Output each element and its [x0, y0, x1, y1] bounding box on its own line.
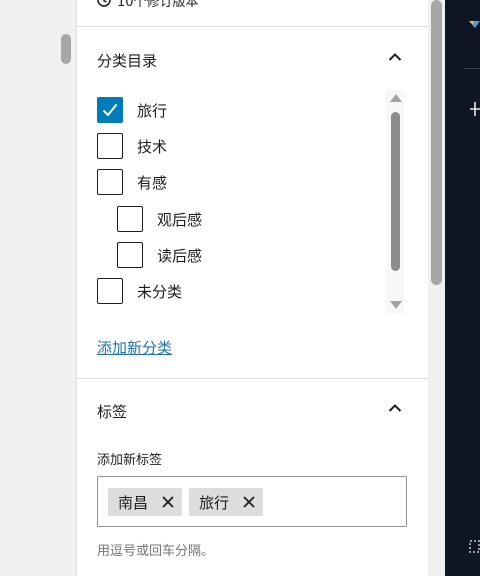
- tags-title: 标签: [97, 403, 128, 421]
- tag-chip-label: 南昌: [118, 493, 149, 512]
- category-list-scrollbar[interactable]: [386, 90, 404, 314]
- sidebar-scrollbar[interactable]: [428, 0, 445, 576]
- category-label: 观后感: [157, 210, 203, 229]
- tag-chip-nanchang: 南昌: [108, 488, 183, 516]
- category-checklist: 旅行 技术 有感 观后感 读后感 未分类: [96, 90, 408, 314]
- revisions-icon: [97, 0, 111, 7]
- category-item-travel[interactable]: 旅行: [97, 97, 167, 123]
- category-item-movie-review[interactable]: 观后感: [117, 206, 202, 232]
- add-new-category-link[interactable]: 添加新分类: [97, 337, 172, 358]
- gutter-scrollbar-thumb[interactable]: [61, 34, 71, 64]
- category-label: 未分类: [137, 282, 183, 301]
- category-checkbox[interactable]: [117, 206, 143, 232]
- category-item-uncategorized[interactable]: 未分类: [97, 278, 182, 304]
- selection-icon[interactable]: [469, 539, 480, 555]
- category-item-book-review[interactable]: 读后感: [117, 242, 202, 268]
- tag-chip-label: 旅行: [199, 493, 230, 512]
- category-item-thoughts[interactable]: 有感: [97, 169, 167, 195]
- category-label: 技术: [137, 137, 168, 156]
- sidebar-scrollbar-thumb[interactable]: [431, 0, 442, 285]
- settings-sidebar-panel: 10个修订版本 分类目录 旅行 技术 有感 观后感 读后感 未分类 添加新分类 …: [77, 0, 428, 576]
- chevron-up-icon[interactable]: [387, 400, 403, 416]
- category-checkbox[interactable]: [97, 97, 123, 123]
- category-checkbox[interactable]: [97, 169, 123, 195]
- checkmark-icon: [102, 103, 118, 117]
- category-checkbox[interactable]: [97, 278, 123, 304]
- revisions-row[interactable]: 10个修订版本: [77, 0, 428, 27]
- add-new-tag-label: 添加新标签: [97, 453, 163, 468]
- categories-title: 分类目录: [97, 52, 158, 70]
- category-list-scrollbar-thumb[interactable]: [391, 112, 400, 271]
- tag-input-field[interactable]: 南昌 旅行: [97, 476, 407, 527]
- dark-panel-divider: [463, 68, 480, 69]
- chevron-up-icon[interactable]: [387, 49, 403, 65]
- pin-icon[interactable]: [469, 20, 480, 34]
- tag-chip-travel: 旅行: [189, 488, 264, 516]
- revisions-text: 10个修订版本: [117, 0, 199, 10]
- category-checkbox[interactable]: [97, 133, 123, 159]
- category-label: 读后感: [157, 246, 203, 265]
- categories-header[interactable]: 分类目录: [77, 28, 428, 88]
- close-icon[interactable]: [160, 494, 176, 510]
- plus-icon[interactable]: [470, 100, 480, 118]
- category-label: 旅行: [137, 101, 168, 120]
- close-icon[interactable]: [241, 494, 257, 510]
- scroll-up-arrow-icon[interactable]: [390, 94, 402, 102]
- tags-header[interactable]: 标签: [77, 379, 428, 439]
- category-label: 有感: [137, 173, 168, 192]
- category-checkbox[interactable]: [117, 242, 143, 268]
- category-item-tech[interactable]: 技术: [97, 133, 167, 159]
- tag-help-text: 用逗号或回车分隔。: [97, 544, 215, 559]
- left-gutter: [0, 0, 77, 576]
- dark-side-panel: [445, 0, 480, 576]
- scroll-down-arrow-icon[interactable]: [390, 301, 402, 309]
